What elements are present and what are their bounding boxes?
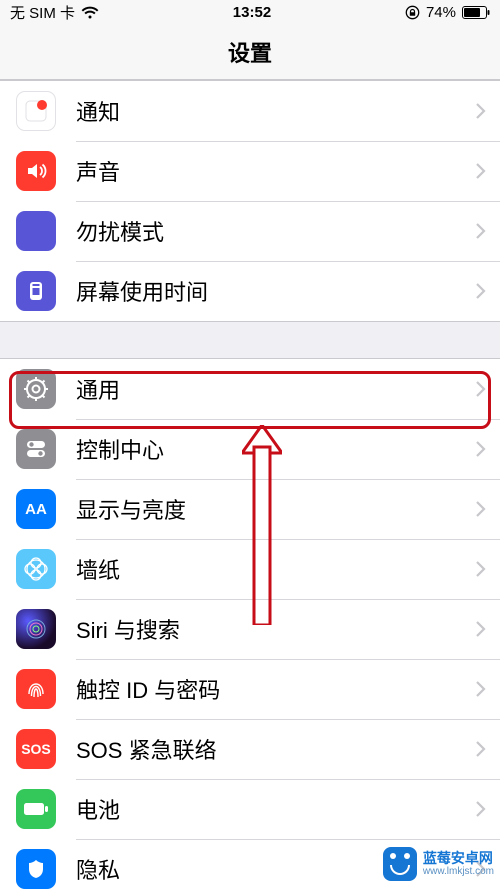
row-touch-id[interactable]: 触控 ID 与密码 [0,659,500,719]
privacy-icon [16,849,56,889]
battery-settings-icon [16,789,56,829]
display-icon-text: AA [25,501,47,518]
row-siri[interactable]: Siri 与搜索 [0,599,500,659]
chevron-right-icon [476,621,486,637]
chevron-right-icon [476,501,486,517]
nav-header: 设置 [0,24,500,80]
settings-group-1: 通知 声音 勿扰模式 屏幕使用时间 [0,80,500,322]
battery-icon [462,6,490,19]
watermark-text: 蓝莓安卓网 www.lmkjst.com [423,851,494,877]
row-label: 屏幕使用时间 [76,275,476,307]
wallpaper-icon [16,549,56,589]
watermark: 蓝莓安卓网 www.lmkjst.com [383,847,494,881]
notifications-icon [16,91,56,131]
display-brightness-icon: AA [16,489,56,529]
row-wallpaper[interactable]: 墙纸 [0,539,500,599]
row-label: 控制中心 [76,433,476,465]
row-battery[interactable]: 电池 [0,779,500,839]
orientation-lock-icon [405,5,420,20]
watermark-logo-icon [383,847,417,881]
status-time: 13:52 [233,4,271,21]
chevron-right-icon [476,283,486,299]
status-left: 无 SIM 卡 [10,2,99,23]
chevron-right-icon [476,163,486,179]
row-label: 电池 [76,793,476,825]
chevron-right-icon [476,561,486,577]
settings-content: 通知 声音 勿扰模式 屏幕使用时间 [0,80,500,889]
row-label: 声音 [76,155,476,187]
carrier-text: 无 SIM 卡 [10,2,75,23]
page-title: 设置 [228,36,272,68]
do-not-disturb-icon [16,211,56,251]
row-label: Siri 与搜索 [76,613,476,645]
row-label: 勿扰模式 [76,215,476,247]
battery-percent-text: 74% [426,4,456,21]
sos-icon-text: SOS [21,741,51,757]
screen-time-icon [16,271,56,311]
row-sos[interactable]: SOS SOS 紧急联络 [0,719,500,779]
chevron-right-icon [476,801,486,817]
row-label: 显示与亮度 [76,493,476,525]
row-do-not-disturb[interactable]: 勿扰模式 [0,201,500,261]
watermark-line2: www.lmkjst.com [423,866,494,877]
row-notifications[interactable]: 通知 [0,81,500,141]
sounds-icon [16,151,56,191]
chevron-right-icon [476,741,486,757]
row-label: 墙纸 [76,553,476,585]
watermark-line1: 蓝莓安卓网 [423,851,494,866]
sos-icon: SOS [16,729,56,769]
row-display-brightness[interactable]: AA 显示与亮度 [0,479,500,539]
status-bar: 无 SIM 卡 13:52 74% [0,0,500,24]
general-icon [16,369,56,409]
chevron-right-icon [476,381,486,397]
chevron-right-icon [476,681,486,697]
row-general[interactable]: 通用 [0,359,500,419]
chevron-right-icon [476,223,486,239]
row-label: 通用 [76,373,476,405]
chevron-right-icon [476,441,486,457]
row-sounds[interactable]: 声音 [0,141,500,201]
row-label: 通知 [76,95,476,127]
row-label: 触控 ID 与密码 [76,673,476,705]
settings-group-2: 通用 控制中心 AA 显示与亮度 墙纸 [0,358,500,889]
control-center-icon [16,429,56,469]
chevron-right-icon [476,103,486,119]
row-control-center[interactable]: 控制中心 [0,419,500,479]
wifi-icon [81,6,99,19]
siri-icon [16,609,56,649]
status-right: 74% [405,4,490,21]
row-label: SOS 紧急联络 [76,733,476,765]
row-screen-time[interactable]: 屏幕使用时间 [0,261,500,321]
touch-id-icon [16,669,56,709]
